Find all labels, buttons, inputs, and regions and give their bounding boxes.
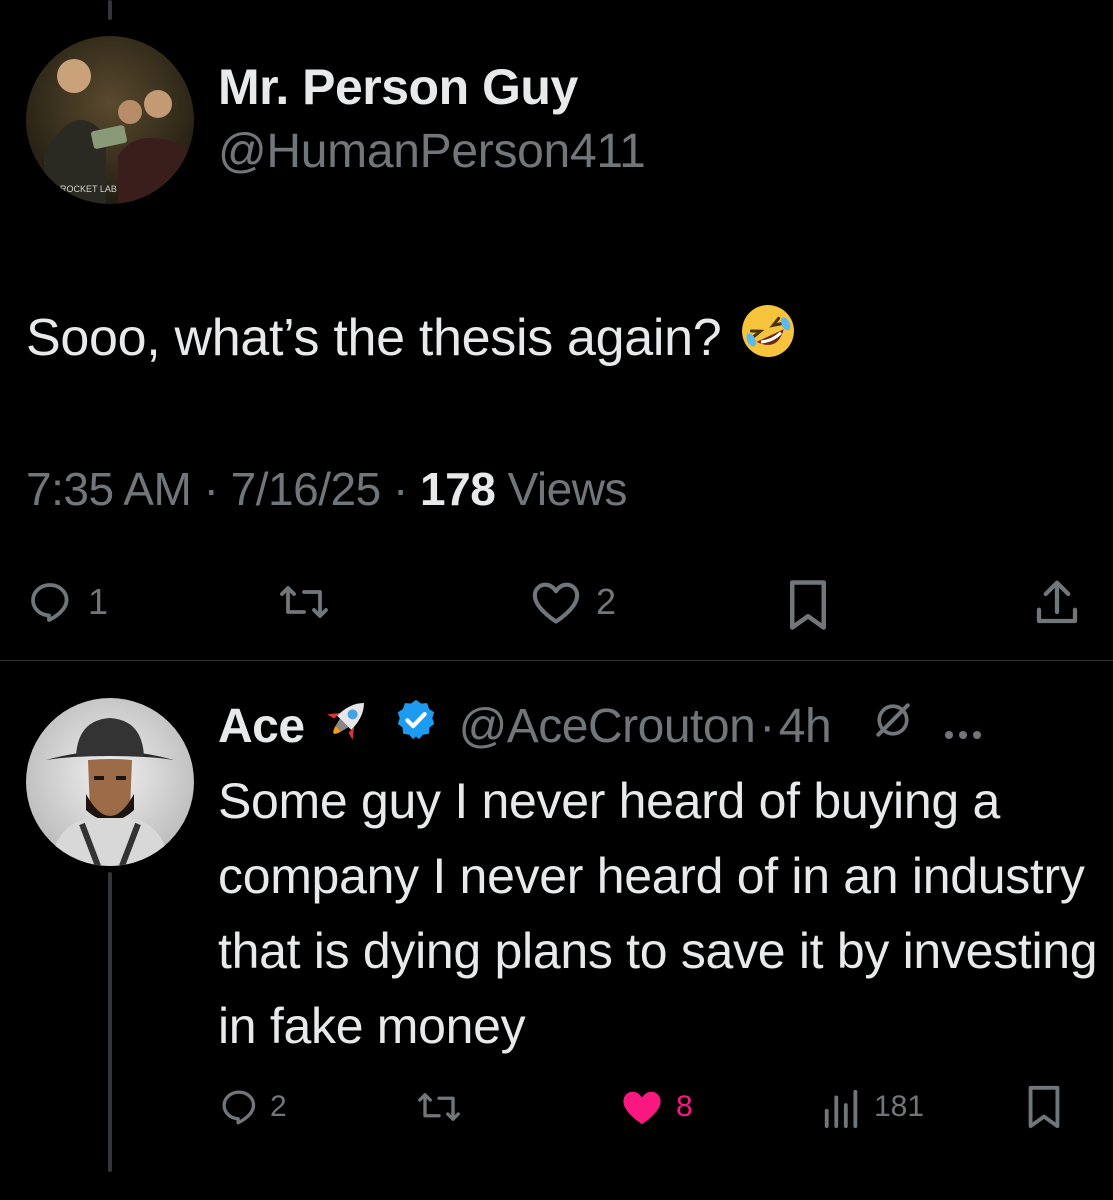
handle[interactable]: @HumanPerson411 <box>218 124 646 179</box>
reply-icon <box>31 583 69 622</box>
reply-like-button[interactable]: 8 <box>618 1086 693 1128</box>
views-icon <box>824 1089 858 1128</box>
views-label: Views <box>507 463 628 515</box>
reply-handle[interactable]: @AceCrouton <box>459 699 756 754</box>
avatar[interactable]: ROCKET LAB <box>26 36 194 204</box>
reply-button[interactable]: 1 <box>26 578 108 626</box>
retweet-icon <box>280 586 328 618</box>
reply-time[interactable]: 4h <box>779 699 832 754</box>
grok-icon[interactable] <box>871 698 915 754</box>
tweet-date[interactable]: 7/16/25 <box>231 463 381 515</box>
reply-text: Some guy I never heard of buying a compa… <box>218 773 1098 1054</box>
bookmark-icon <box>790 580 826 630</box>
reply-views-button[interactable]: 181 <box>820 1086 924 1128</box>
reply-separator: · <box>759 699 775 753</box>
reply-avatar[interactable] <box>26 698 194 866</box>
rocket-emoji <box>319 692 375 760</box>
reply-icon <box>222 1090 256 1125</box>
tweet-text: Sooo, what’s the thesis again? <box>26 302 797 373</box>
reply-retweet-button[interactable] <box>414 1086 474 1128</box>
divider <box>0 660 1113 661</box>
reply-bookmark-button[interactable] <box>1024 1084 1064 1130</box>
reply-display-name[interactable]: Ace <box>218 699 305 754</box>
views-count: 178 <box>420 463 496 515</box>
reply-reply-button[interactable]: 2 <box>218 1086 287 1128</box>
like-button[interactable]: 2 <box>530 578 616 626</box>
reply-like-count: 8 <box>676 1090 693 1123</box>
reply-reply-count: 2 <box>270 1090 287 1123</box>
tweet-body: Sooo, what’s the thesis again? <box>26 308 722 367</box>
retweet-button[interactable] <box>276 578 346 626</box>
meta-separator: · <box>392 463 408 515</box>
thread-line-top <box>108 0 112 20</box>
display-name[interactable]: Mr. Person Guy <box>218 58 578 116</box>
reply-count: 1 <box>88 581 109 622</box>
tweet-time[interactable]: 7:35 AM <box>26 463 192 515</box>
bookmark-icon <box>1028 1085 1060 1129</box>
like-icon-filled <box>623 1091 661 1125</box>
tweet-meta: 7:35 AM · 7/16/25 · 178 Views <box>26 462 627 516</box>
share-icon <box>1036 580 1078 624</box>
meta-separator: · <box>203 463 219 515</box>
share-button[interactable] <box>1030 576 1084 630</box>
like-count: 2 <box>596 581 617 622</box>
reply-views-count: 181 <box>874 1090 925 1123</box>
bookmark-button[interactable] <box>784 578 832 632</box>
reply-header: Ace @AceCrouton · 4h <box>218 692 983 760</box>
thread-line-bottom <box>108 872 112 1172</box>
avatar-caption: ROCKET LAB <box>60 184 117 194</box>
like-icon <box>532 582 580 624</box>
more-icon[interactable] <box>943 699 983 754</box>
rolling-on-floor-laughing-emoji <box>739 302 797 373</box>
verified-badge-icon <box>393 697 439 755</box>
retweet-icon <box>418 1093 460 1121</box>
